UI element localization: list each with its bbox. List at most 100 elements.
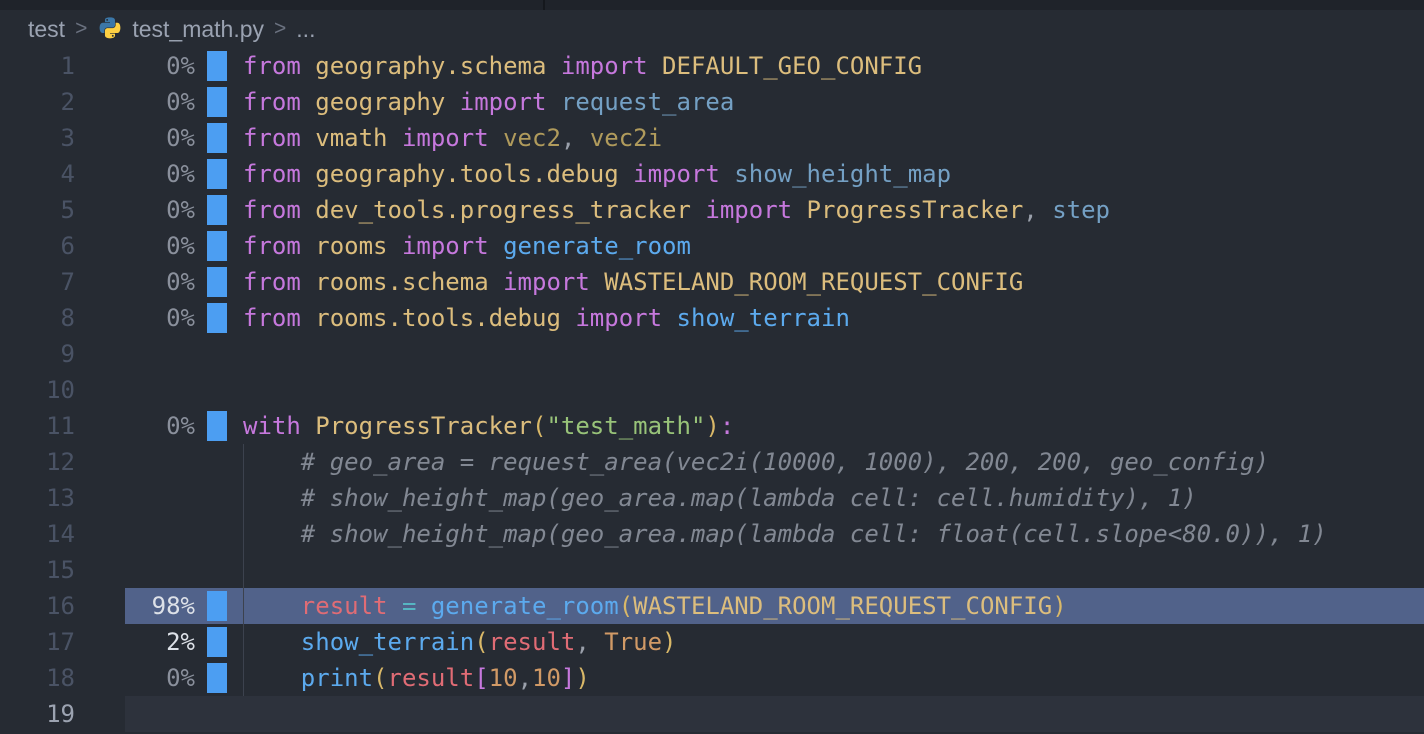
- breadcrumb-symbol[interactable]: ...: [296, 16, 315, 43]
- coverage-percent: 98%: [75, 588, 195, 624]
- code-text[interactable]: print(result[10,10]): [243, 660, 590, 696]
- code-line[interactable]: 172% show_terrain(result, True): [0, 624, 1424, 660]
- line-number[interactable]: 2: [0, 84, 75, 120]
- code-text[interactable]: from geography import request_area: [243, 84, 734, 120]
- line-number[interactable]: 5: [0, 192, 75, 228]
- token-kw: import: [503, 268, 604, 296]
- token-modm: vec2i: [590, 124, 662, 152]
- code-line[interactable]: 9: [0, 336, 1424, 372]
- code-line[interactable]: 19: [0, 696, 1424, 732]
- token-fnm: show_height_map: [734, 160, 951, 188]
- line-number[interactable]: 10: [0, 372, 75, 408]
- code-line[interactable]: 10%from geography.schema import DEFAULT_…: [0, 48, 1424, 84]
- editor-window: test > test_math.py > ... 10%from geogra…: [0, 0, 1424, 734]
- coverage-percent: 0%: [75, 264, 195, 300]
- coverage-marker: [207, 231, 227, 261]
- code-text[interactable]: from rooms.schema import WASTELAND_ROOM_…: [243, 264, 1023, 300]
- line-number[interactable]: 14: [0, 516, 75, 552]
- code-line[interactable]: 40% from geography.tools.debug import sho…: [0, 156, 1424, 192]
- token-num: True: [604, 628, 662, 656]
- code-line[interactable]: 10: [0, 372, 1424, 408]
- line-number[interactable]: 8: [0, 300, 75, 336]
- line-number[interactable]: 16: [0, 588, 75, 624]
- token-pg: ): [1052, 592, 1066, 620]
- code-line[interactable]: 13 # show_height_map(geo_area.map(lambda…: [0, 480, 1424, 516]
- breadcrumb-folder[interactable]: test: [28, 16, 65, 43]
- coverage-percent: 0%: [75, 120, 195, 156]
- token-mod: ProgressTracker: [315, 412, 532, 440]
- line-number[interactable]: 13: [0, 480, 75, 516]
- code-line[interactable]: 60%from rooms import generate_room: [0, 228, 1424, 264]
- token-fn: show_terrain: [301, 628, 474, 656]
- token-var: result: [489, 628, 576, 656]
- code-line[interactable]: 20%from geography import request_area: [0, 84, 1424, 120]
- token-pg: (: [474, 628, 488, 656]
- line-number[interactable]: 7: [0, 264, 75, 300]
- token-mod: geography.tools.debug: [315, 160, 633, 188]
- chevron-right-icon: >: [75, 17, 87, 41]
- line-number[interactable]: 11: [0, 408, 75, 444]
- line-number[interactable]: 12: [0, 444, 75, 480]
- line-number[interactable]: 9: [0, 336, 75, 372]
- coverage-marker: [207, 267, 227, 297]
- token-mod: dev_tools.progress_tracker: [315, 196, 705, 224]
- code-text[interactable]: result = generate_room(WASTELAND_ROOM_RE…: [243, 588, 1067, 624]
- token-pl: [243, 592, 301, 620]
- code-line[interactable]: 14 # show_height_map(geo_area.map(lambda…: [0, 516, 1424, 552]
- code-line[interactable]: 110%with ProgressTracker("test_math"):: [0, 408, 1424, 444]
- coverage-marker: [207, 51, 227, 81]
- code-text[interactable]: from geography.schema import DEFAULT_GEO…: [243, 48, 922, 84]
- python-icon: [97, 17, 123, 43]
- line-number[interactable]: 1: [0, 48, 75, 84]
- line-number[interactable]: 18: [0, 660, 75, 696]
- code-line[interactable]: 12 # geo_area = request_area(vec2i(10000…: [0, 444, 1424, 480]
- token-mod: ProgressTracker: [807, 196, 1024, 224]
- code-line[interactable]: 15: [0, 552, 1424, 588]
- code-text[interactable]: from geography.tools.debug import show_h…: [243, 156, 951, 192]
- code-text[interactable]: from vmath import vec2, vec2i: [243, 120, 662, 156]
- token-mod: vmath: [315, 124, 402, 152]
- line-number[interactable]: 19: [0, 696, 75, 732]
- token-mod: rooms: [315, 232, 402, 260]
- tab-strip: [0, 0, 1424, 10]
- line-number[interactable]: 17: [0, 624, 75, 660]
- coverage-marker: [207, 627, 227, 657]
- code-text[interactable]: show_terrain(result, True): [243, 624, 677, 660]
- token-kw: import: [633, 160, 734, 188]
- token-kw: import: [561, 52, 662, 80]
- token-kw: from: [243, 52, 315, 80]
- token-var: result: [388, 664, 475, 692]
- code-line[interactable]: 70% from rooms.schema import WASTELAND_RO…: [0, 264, 1424, 300]
- code-text[interactable]: from rooms import generate_room: [243, 228, 691, 264]
- line-number[interactable]: 4: [0, 156, 75, 192]
- token-kw: from: [243, 196, 315, 224]
- coverage-percent: 0%: [75, 660, 195, 696]
- code-line[interactable]: 180% print(result[10,10]): [0, 660, 1424, 696]
- code-text[interactable]: from dev_tools.progress_tracker import P…: [243, 192, 1110, 228]
- token-mod: geography: [315, 88, 460, 116]
- coverage-percent: 0%: [75, 156, 195, 192]
- code-text[interactable]: # show_height_map(geo_area.map(lambda ce…: [243, 480, 1197, 516]
- breadcrumb-file[interactable]: test_math.py: [132, 16, 264, 43]
- token-kw: from: [243, 124, 315, 152]
- code-line[interactable]: 50%from dev_tools.progress_tracker impor…: [0, 192, 1424, 228]
- code-text[interactable]: from rooms.tools.debug import show_terra…: [243, 300, 850, 336]
- token-mod: geography.schema: [315, 52, 561, 80]
- line-number[interactable]: 15: [0, 552, 75, 588]
- code-line[interactable]: 30% from vmath import vec2, vec2i: [0, 120, 1424, 156]
- token-mod: WASTELAND_ROOM_REQUEST_CONFIG: [604, 268, 1023, 296]
- code-line[interactable]: 80%from rooms.tools.debug import show_te…: [0, 300, 1424, 336]
- token-fn: generate_room: [431, 592, 619, 620]
- code-text[interactable]: # geo_area = request_area(vec2i(10000, 1…: [243, 444, 1269, 480]
- code-text[interactable]: with ProgressTracker("test_math"):: [243, 408, 734, 444]
- code-line[interactable]: 1698% result = generate_room(WASTELAND_R…: [0, 588, 1424, 624]
- token-fn: show_terrain: [677, 304, 850, 332]
- breadcrumb: test > test_math.py > ...: [0, 10, 1424, 48]
- token-kw: from: [243, 232, 315, 260]
- token-var: result: [301, 592, 402, 620]
- token-kw: with: [243, 412, 315, 440]
- line-number[interactable]: 3: [0, 120, 75, 156]
- coverage-marker: [207, 123, 227, 153]
- line-number[interactable]: 6: [0, 228, 75, 264]
- code-text[interactable]: # show_height_map(geo_area.map(lambda ce…: [243, 516, 1327, 552]
